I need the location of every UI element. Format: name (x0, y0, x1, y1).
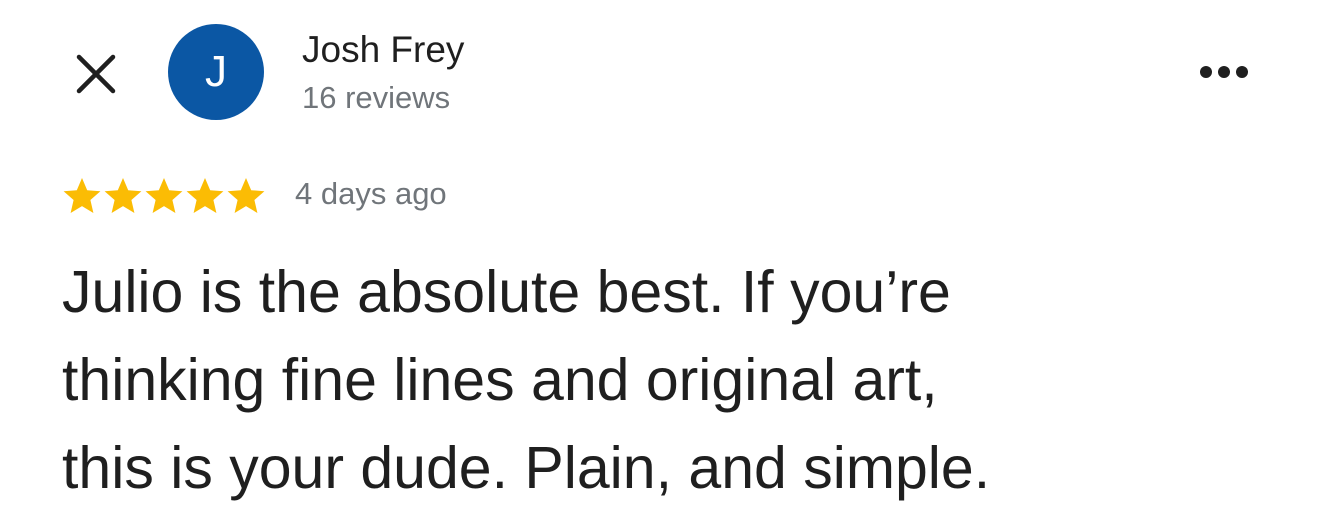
more-options-button[interactable] (1192, 52, 1256, 92)
star-icon (104, 178, 142, 213)
review-count: 16 reviews (302, 80, 451, 115)
review-text-line: this is your dude. Plain, and simple. (62, 435, 991, 501)
review-time: 4 days ago (295, 176, 447, 211)
avatar[interactable]: J (168, 24, 264, 120)
star-icon (227, 178, 265, 213)
star-icon (186, 178, 224, 213)
avatar-initial: J (205, 47, 227, 96)
review-text-line: Julio is the absolute best. If you’re (62, 259, 951, 325)
review-text-line: thinking fine lines and original art, (62, 347, 938, 413)
star-icon (145, 178, 183, 213)
more-horiz-icon (1200, 66, 1248, 78)
star-icon (63, 178, 101, 213)
review-text: Julio is the absolute best. If you’re th… (62, 248, 1282, 512)
close-icon (76, 54, 116, 94)
reviewer-name[interactable]: Josh Frey (302, 28, 464, 72)
close-button[interactable] (66, 44, 126, 104)
star-rating (62, 176, 267, 216)
